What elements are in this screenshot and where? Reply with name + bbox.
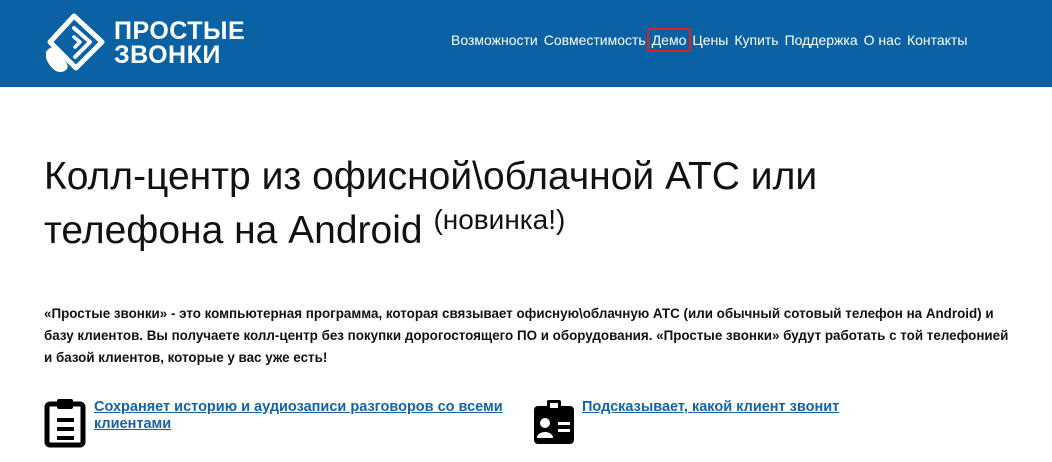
nav-item-demo[interactable]: Демо: [646, 28, 692, 52]
nav-item-about[interactable]: О нас: [861, 30, 904, 50]
clipboard-icon: [44, 399, 86, 448]
new-badge: (новинка!): [433, 204, 566, 235]
hero-title-line-2: телефона на Android: [44, 209, 423, 252]
nav-item-prices[interactable]: Цены: [689, 30, 731, 50]
nav-item-features[interactable]: Возможности: [448, 30, 541, 50]
logo[interactable]: ПРОСТЫЕ ЗВОНКИ: [44, 12, 246, 74]
hero-title-line-1: Колл-центр из офисной\облачной АТС или: [44, 155, 818, 198]
nav-item-buy[interactable]: Купить: [731, 30, 781, 50]
hero-title: Колл-центр из офисной\облачной АТС или т…: [44, 150, 944, 258]
nav-item-compatibility[interactable]: Совместимость: [541, 30, 649, 50]
logo-line-1: ПРОСТЫЕ: [114, 17, 246, 45]
nav-item-contacts[interactable]: Контакты: [904, 30, 970, 50]
feature-history: Сохраняет историю и аудиозаписи разговор…: [44, 398, 514, 448]
feature-history-link[interactable]: Сохраняет историю и аудиозаписи разговор…: [94, 399, 514, 433]
main-nav: Возможности Совместимость Демо Цены Купи…: [448, 28, 970, 52]
logo-text: ПРОСТЫЕ ЗВОНКИ: [114, 17, 246, 69]
site-header: ПРОСТЫЕ ЗВОНКИ Возможности Совместимость…: [0, 0, 1052, 87]
nav-item-support[interactable]: Поддержка: [782, 30, 861, 50]
id-card-icon: [534, 400, 574, 444]
logo-phone-icon: [46, 13, 105, 72]
feature-caller-id-link[interactable]: Подсказывает, какой клиент звонит: [582, 399, 839, 416]
intro-paragraph: «Простые звонки» - это компьютерная прог…: [44, 306, 1009, 365]
feature-caller-id: Подсказывает, какой клиент звонит: [532, 398, 952, 448]
logo-line-2: ЗВОНКИ: [114, 41, 221, 69]
